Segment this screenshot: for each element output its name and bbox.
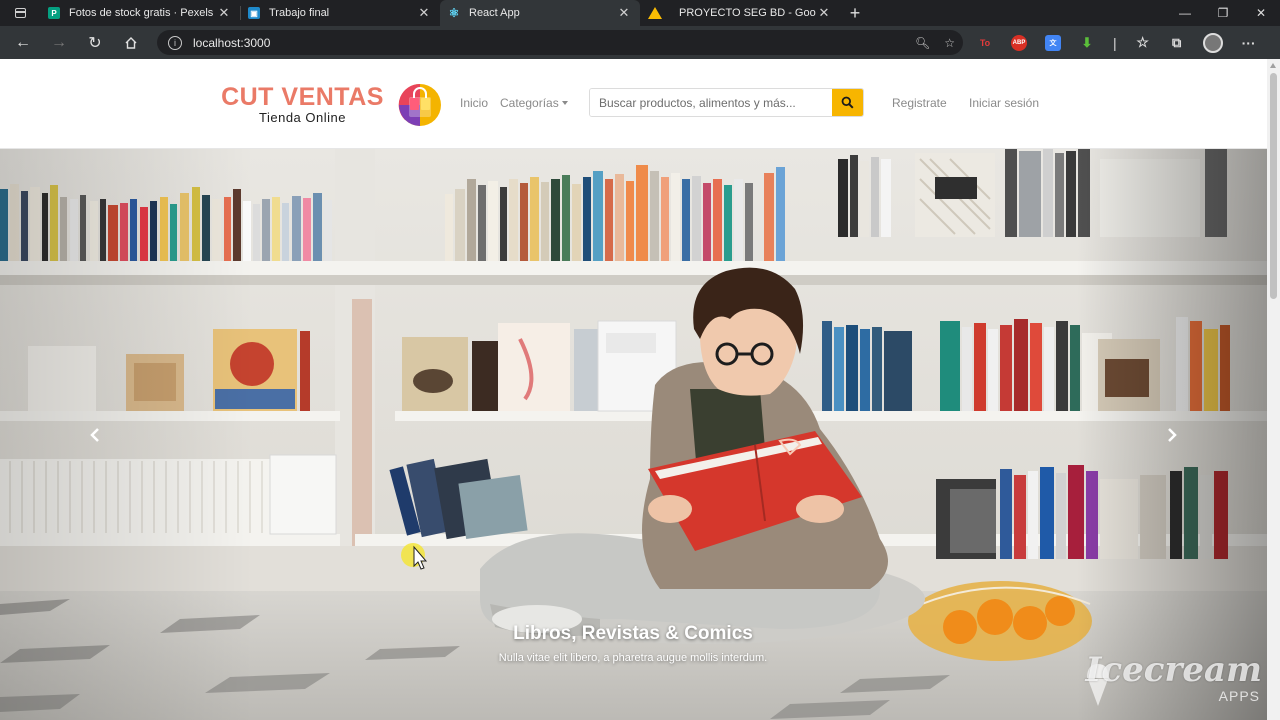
download-icon[interactable]: ⬇: [1079, 35, 1095, 51]
to-extension-icon[interactable]: To: [977, 35, 993, 51]
watermark-name: Icecream: [1085, 650, 1263, 690]
address-bar[interactable]: i localhost:3000 🔍︎ ☆: [157, 30, 963, 55]
page-scrollbar[interactable]: [1267, 59, 1280, 720]
favorites-icon[interactable]: ☆: [1135, 34, 1151, 51]
home-icon[interactable]: [113, 26, 149, 59]
brand-name: CUT VENTAS: [221, 83, 384, 111]
site-info-icon[interactable]: i: [168, 35, 182, 50]
drive-icon: [648, 7, 662, 19]
toolbar-separator: |: [1113, 34, 1117, 51]
refresh-icon[interactable]: ↻: [77, 26, 113, 59]
minimize-icon[interactable]: —: [1166, 0, 1204, 26]
more-menu-icon[interactable]: ···: [1241, 35, 1257, 51]
tab-title: PROYECTO SEG BD - Google Drive: [679, 7, 816, 19]
tab-title: React App: [469, 7, 520, 19]
nav-categories-label: Categorías: [500, 96, 559, 110]
browser-toolbar: ← → ↻ i localhost:3000 🔍︎ ☆ To ABP 文 ⬇ |…: [0, 26, 1280, 59]
close-window-icon[interactable]: ✕: [1242, 0, 1280, 26]
search-icon: [841, 96, 854, 109]
pexels-icon: P: [48, 7, 60, 19]
tab-react-app[interactable]: ⚛ React App ✕: [440, 0, 640, 26]
close-icon[interactable]: ✕: [216, 5, 232, 21]
carousel-prev-button[interactable]: [0, 149, 190, 720]
chevron-left-icon: [90, 427, 99, 442]
translate-icon[interactable]: 文: [1045, 34, 1061, 51]
tab-actions-icon[interactable]: [0, 0, 40, 26]
maximize-icon[interactable]: ❐: [1204, 0, 1242, 26]
scrollbar-thumb[interactable]: [1270, 73, 1277, 299]
nav-link-home[interactable]: Inicio: [460, 96, 488, 110]
watermark-sub: APPS: [1218, 688, 1260, 704]
carousel-caption-text: Nulla vitae elit libero, a pharetra augu…: [498, 652, 768, 664]
brand-logo-text[interactable]: CUT VENTAS Tienda Online: [215, 83, 390, 125]
search-input[interactable]: [590, 89, 832, 116]
search-button[interactable]: [832, 89, 863, 116]
tab-google-drive[interactable]: PROYECTO SEG BD - Google Drive ✕: [640, 0, 840, 26]
hero-carousel: Libros, Revistas & Comics Nulla vitae el…: [0, 149, 1267, 720]
nav-dropdown-categories[interactable]: Categorías: [500, 96, 568, 110]
react-icon: ⚛: [448, 6, 460, 20]
carousel-next-button[interactable]: [1077, 149, 1267, 720]
scroll-up-icon[interactable]: [1270, 63, 1276, 68]
zoom-icon[interactable]: 🔍︎: [915, 36, 930, 50]
abp-icon[interactable]: ABP: [1011, 34, 1027, 51]
close-icon[interactable]: ✕: [416, 5, 432, 21]
carousel-caption-title: Libros, Revistas & Comics: [513, 623, 753, 644]
trabajo-icon: ▣: [248, 7, 260, 19]
tab-title: Trabajo final: [269, 7, 330, 19]
caret-down-icon: [561, 101, 568, 105]
profile-avatar[interactable]: [1202, 32, 1223, 53]
search-form: [589, 88, 864, 117]
extensions-bar: To ABP 文 ⬇ | ☆ ⧉ ···: [968, 26, 1266, 59]
forward-icon[interactable]: →: [41, 26, 77, 59]
brand-tagline: Tienda Online: [259, 110, 346, 125]
chevron-right-icon: [1168, 427, 1177, 442]
close-icon[interactable]: ✕: [816, 5, 832, 21]
register-link[interactable]: Registrate: [892, 96, 947, 110]
tab-title: Fotos de stock gratis · Pexels: [69, 7, 214, 19]
tab-trabajo-final[interactable]: ▣ Trabajo final ✕: [240, 0, 440, 26]
carousel-caption: Libros, Revistas & Comics Nulla vitae el…: [283, 622, 983, 664]
back-icon[interactable]: ←: [5, 26, 41, 59]
address-url: localhost:3000: [193, 35, 271, 50]
tab-pexels[interactable]: P Fotos de stock gratis · Pexels ✕: [40, 0, 240, 26]
icecream-apps-watermark: Icecream APPS: [1082, 650, 1272, 716]
new-tab-button[interactable]: +: [842, 0, 868, 26]
collections-icon[interactable]: ⧉: [1169, 35, 1185, 51]
shopping-bag-icon: [398, 83, 441, 126]
browser-tab-strip: P Fotos de stock gratis · Pexels ✕ ▣ Tra…: [0, 0, 1280, 26]
site-navbar: CUT VENTAS Tienda Online Inicio Categorí…: [0, 59, 1267, 149]
window-controls: — ❐ ✕: [1166, 0, 1280, 26]
favorite-add-icon[interactable]: ☆: [944, 36, 955, 50]
page-viewport: CUT VENTAS Tienda Online Inicio Categorí…: [0, 59, 1267, 720]
login-link[interactable]: Iniciar sesión: [969, 96, 1039, 110]
close-icon[interactable]: ✕: [616, 5, 632, 21]
